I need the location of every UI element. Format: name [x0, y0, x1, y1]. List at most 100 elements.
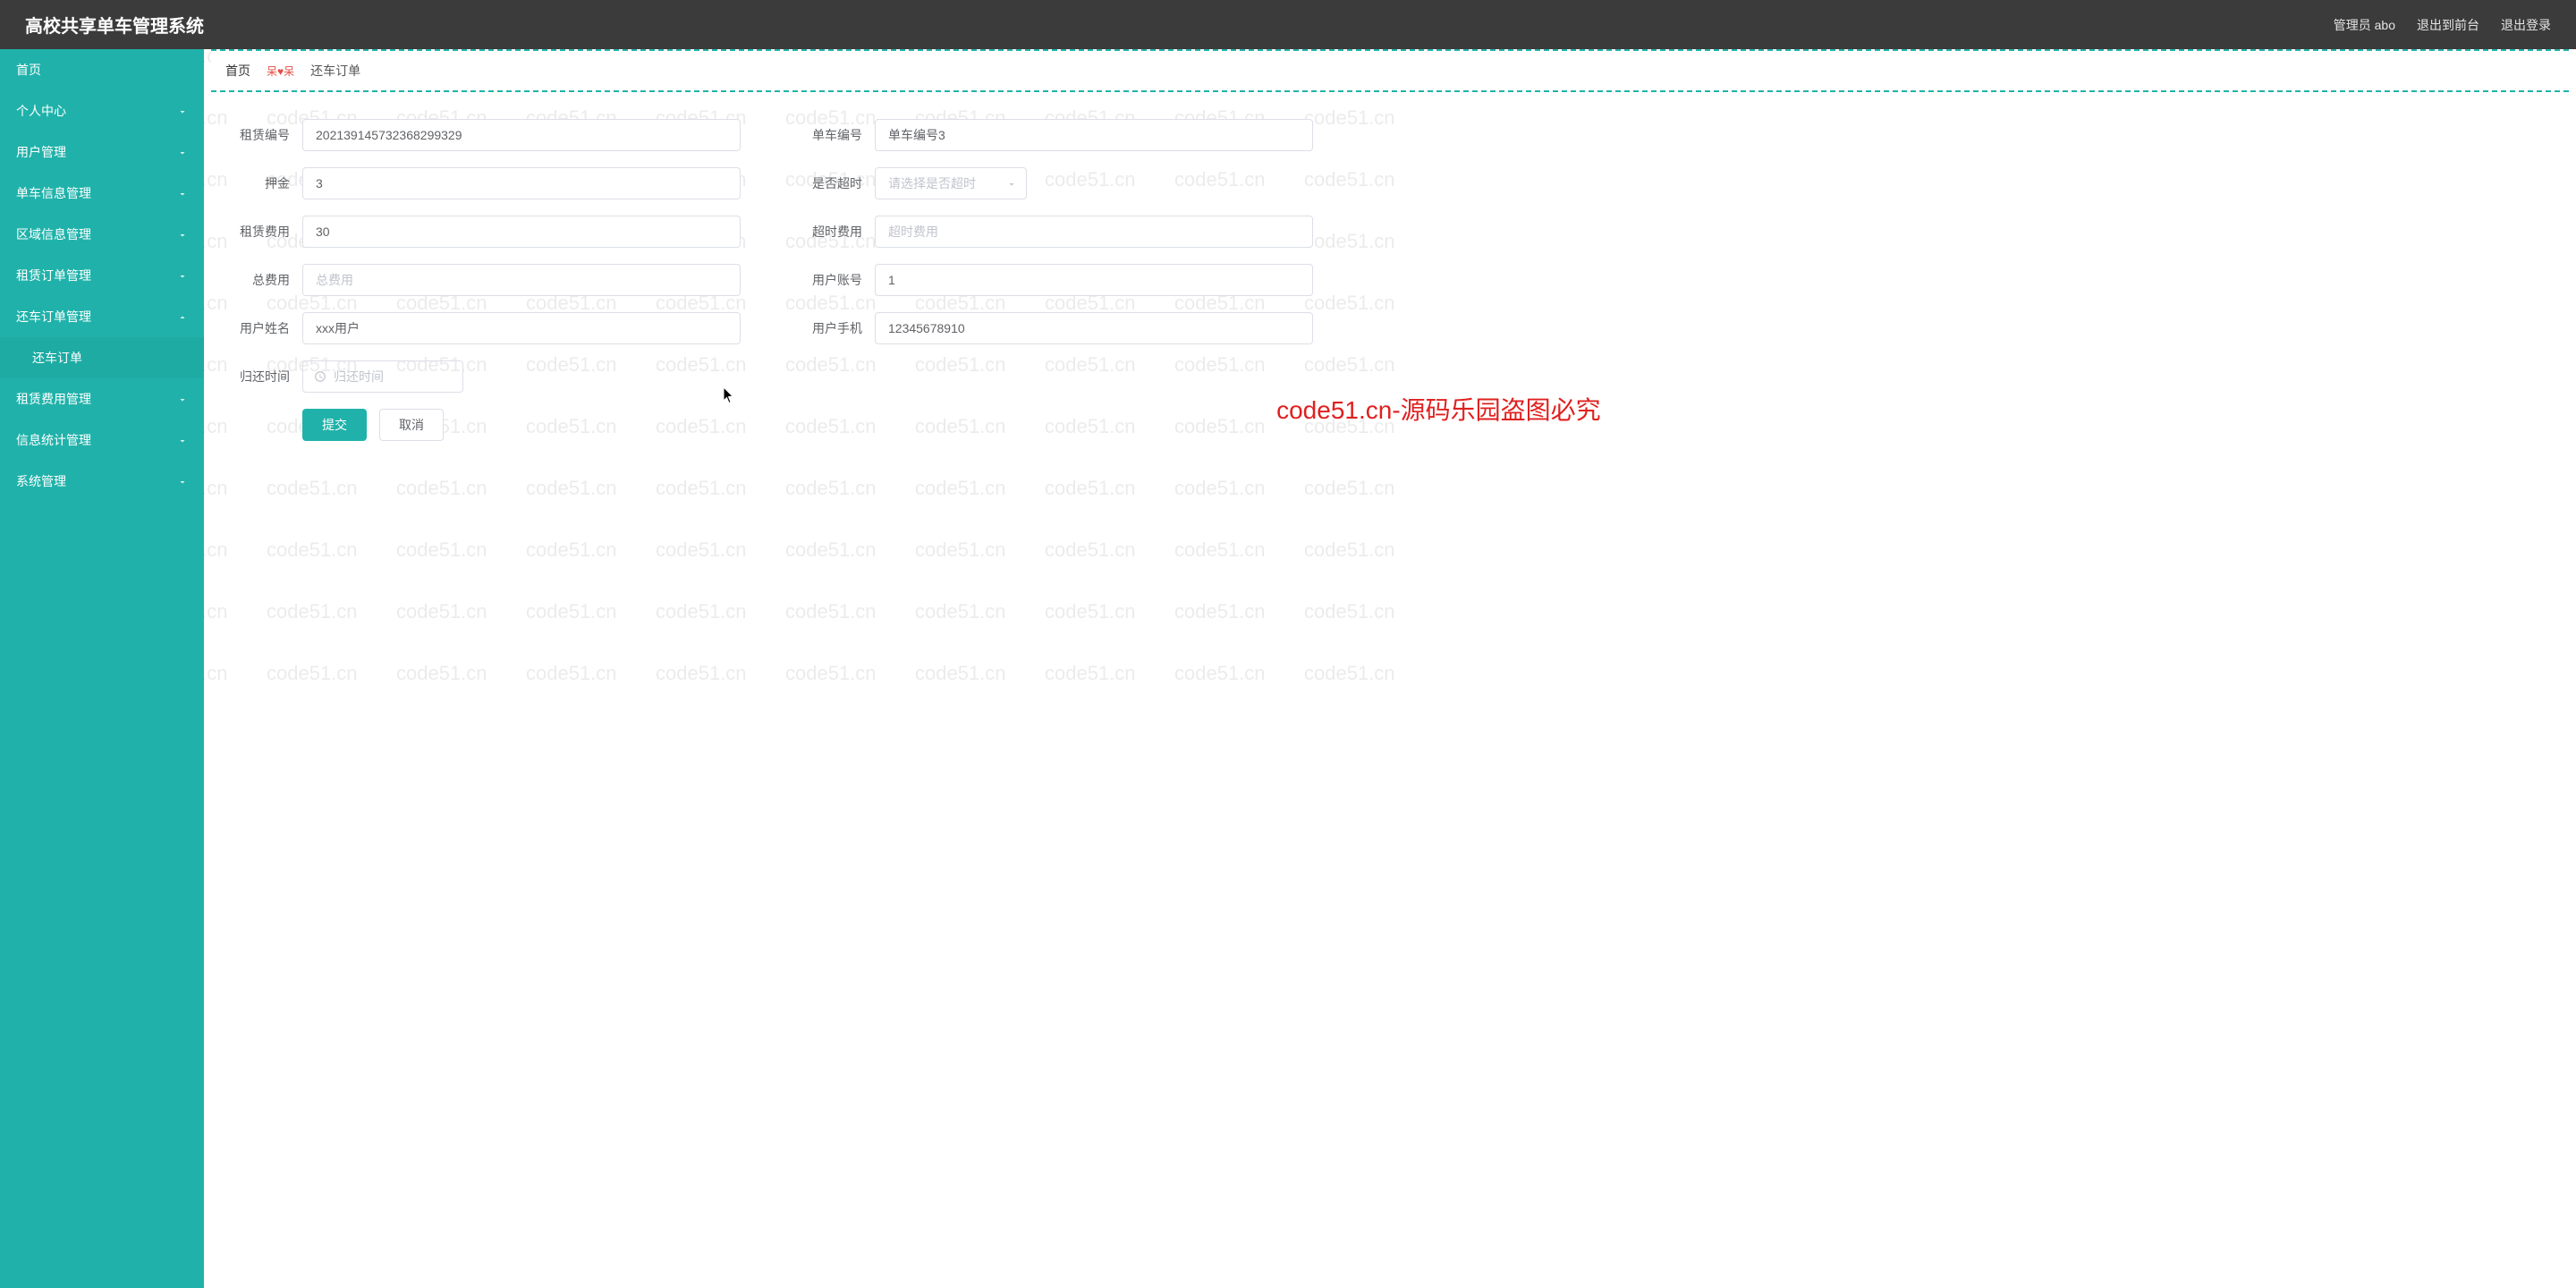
- watermark-text: code51.cn: [1174, 538, 1266, 562]
- sidebar-item-label: 租赁订单管理: [16, 267, 91, 284]
- watermark-text: code51.cn: [1304, 600, 1395, 623]
- watermark-text: code51.cn: [785, 662, 877, 685]
- watermark-text: code51.cn: [267, 600, 358, 623]
- tab-love[interactable]: 呆♥呆: [267, 64, 294, 79]
- field-user-phone: 用户手机: [794, 312, 1367, 344]
- logout[interactable]: 退出登录: [2501, 16, 2551, 34]
- watermark-text: code51.cn: [1174, 477, 1266, 500]
- input-return-time[interactable]: 归还时间: [302, 360, 463, 393]
- input-rent-no[interactable]: [302, 119, 741, 151]
- watermark-text: code51.cn: [526, 538, 617, 562]
- input-total-fee[interactable]: [302, 264, 741, 296]
- field-bike-no: 单车编号: [794, 119, 1367, 151]
- sidebar-item-label: 租赁费用管理: [16, 390, 91, 408]
- label-return-time: 归还时间: [222, 368, 302, 386]
- submit-button[interactable]: 提交: [302, 409, 367, 441]
- sidebar-item-label: 首页: [16, 61, 41, 79]
- chevron-down-icon: [177, 270, 188, 281]
- watermark-text: code51.cn: [396, 477, 487, 500]
- sidebar-item-8[interactable]: 租赁费用管理: [0, 378, 204, 419]
- sidebar-item-7[interactable]: 还车订单: [0, 337, 204, 378]
- form-actions: 提交 取消: [222, 409, 2558, 441]
- chevron-down-icon: [177, 435, 188, 445]
- label-deposit: 押金: [222, 174, 302, 192]
- sidebar-item-9[interactable]: 信息统计管理: [0, 419, 204, 461]
- watermark-text: code51.cn: [267, 538, 358, 562]
- watermark-text: code51.cn: [1045, 600, 1136, 623]
- breadcrumb-tabs: 首页 呆♥呆 还车订单: [211, 49, 2569, 92]
- chevron-down-icon: [177, 147, 188, 157]
- sidebar-item-4[interactable]: 区域信息管理: [0, 214, 204, 255]
- main-content: code51.cn code51.cn code51.cn code51.cn code…: [204, 49, 2576, 1288]
- sidebar-item-label: 还车订单管理: [16, 308, 91, 326]
- sidebar-item-5[interactable]: 租赁订单管理: [0, 255, 204, 296]
- watermark-text: code51.cn: [915, 477, 1006, 500]
- watermark-text: code51.cn: [1045, 477, 1136, 500]
- label-timeout: 是否超时: [794, 174, 875, 192]
- sidebar-item-1[interactable]: 个人中心: [0, 90, 204, 131]
- input-timeout-fee[interactable]: [875, 216, 1313, 248]
- label-bike-no: 单车编号: [794, 126, 875, 144]
- label-user-name: 用户姓名: [222, 319, 302, 337]
- watermark-text: code51.cn: [526, 600, 617, 623]
- cancel-button[interactable]: 取消: [379, 409, 444, 441]
- header-actions: 管理员 abo 退出到前台 退出登录: [2334, 16, 2551, 34]
- sidebar-item-label: 信息统计管理: [16, 431, 91, 449]
- label-user-acct: 用户账号: [794, 271, 875, 289]
- label-total-fee: 总费用: [222, 271, 302, 289]
- sidebar-item-6[interactable]: 还车订单管理: [0, 296, 204, 337]
- sidebar-item-3[interactable]: 单车信息管理: [0, 173, 204, 214]
- watermark-text: code51.cn: [267, 477, 358, 500]
- label-user-phone: 用户手机: [794, 319, 875, 337]
- field-deposit: 押金: [222, 167, 794, 199]
- field-timeout-fee: 超时费用: [794, 216, 1367, 248]
- field-user-acct: 用户账号: [794, 264, 1367, 296]
- sidebar-item-label: 用户管理: [16, 143, 66, 161]
- watermark-text: code51.cn: [396, 600, 487, 623]
- sidebar-item-label: 个人中心: [16, 102, 66, 120]
- watermark-text: code51.cn: [656, 538, 747, 562]
- input-deposit[interactable]: [302, 167, 741, 199]
- order-form: 租赁编号 单车编号 押金 是否超时 请选择是否超时: [204, 92, 2576, 459]
- exit-to-frontend[interactable]: 退出到前台: [2417, 16, 2479, 34]
- clock-icon: [314, 370, 326, 383]
- watermark-text: code51.cn: [396, 662, 487, 685]
- select-timeout-placeholder: 请选择是否超时: [888, 174, 976, 192]
- input-rent-fee[interactable]: [302, 216, 741, 248]
- watermark-text: code51.cn: [204, 600, 228, 623]
- input-user-phone[interactable]: [875, 312, 1313, 344]
- label-timeout-fee: 超时费用: [794, 223, 875, 241]
- watermark-text: code51.cn: [204, 477, 228, 500]
- chevron-down-icon: [177, 229, 188, 240]
- watermark-text: code51.cn: [1174, 600, 1266, 623]
- watermark-text: code51.cn: [656, 600, 747, 623]
- input-bike-no[interactable]: [875, 119, 1313, 151]
- watermark-text: code51.cn: [1304, 538, 1395, 562]
- label-rent-fee: 租赁费用: [222, 223, 302, 241]
- watermark-text: code51.cn: [915, 662, 1006, 685]
- field-user-name: 用户姓名: [222, 312, 794, 344]
- watermark-text: code51.cn: [396, 538, 487, 562]
- watermark-text: code51.cn: [1174, 662, 1266, 685]
- input-user-acct[interactable]: [875, 264, 1313, 296]
- return-time-placeholder: 归还时间: [334, 368, 384, 386]
- watermark-text: code51.cn: [1304, 477, 1395, 500]
- watermark-text: code51.cn: [526, 662, 617, 685]
- select-timeout[interactable]: 请选择是否超时: [875, 167, 1027, 199]
- input-user-name[interactable]: [302, 312, 741, 344]
- tab-return-order[interactable]: 还车订单: [310, 62, 360, 80]
- watermark-text: code51.cn: [656, 662, 747, 685]
- admin-label[interactable]: 管理员 abo: [2334, 16, 2395, 34]
- sidebar-item-10[interactable]: 系统管理: [0, 461, 204, 502]
- tab-home[interactable]: 首页: [225, 62, 250, 80]
- sidebar-item-2[interactable]: 用户管理: [0, 131, 204, 173]
- watermark-text: code51.cn: [785, 538, 877, 562]
- watermark-text: code51.cn: [204, 662, 228, 685]
- field-rent-no: 租赁编号: [222, 119, 794, 151]
- field-return-time: 归还时间 归还时间: [222, 360, 794, 393]
- watermark-text: code51.cn: [1045, 538, 1136, 562]
- watermark-text: code51.cn: [915, 600, 1006, 623]
- sidebar-item-0[interactable]: 首页: [0, 49, 204, 90]
- watermark-text: code51.cn: [1045, 662, 1136, 685]
- chevron-up-icon: [177, 311, 188, 322]
